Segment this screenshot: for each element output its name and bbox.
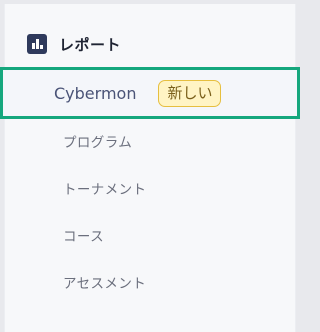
new-badge: 新しい [158, 79, 222, 107]
bar-chart-icon [27, 34, 47, 54]
sidebar-item-programs[interactable]: プログラム [63, 130, 263, 152]
sidebar-item-label: Cybermon [54, 83, 137, 103]
sidebar-item-label: トーナメント [63, 182, 147, 198]
sidebar-item-label: アセスメント [63, 276, 147, 292]
sidebar-item-tournaments[interactable]: トーナメント [63, 177, 263, 199]
sidebar-item-label: コース [63, 229, 105, 245]
sidebar-item-courses[interactable]: コース [63, 224, 263, 246]
sidebar-item-cybermon[interactable]: Cybermon 新しい [0, 67, 300, 119]
reports-section-header[interactable]: レポート [27, 30, 121, 58]
sidebar-item-label: プログラム [63, 135, 133, 151]
section-title: レポート [59, 35, 122, 54]
sidebar-item-assessments[interactable]: アセスメント [63, 271, 263, 293]
